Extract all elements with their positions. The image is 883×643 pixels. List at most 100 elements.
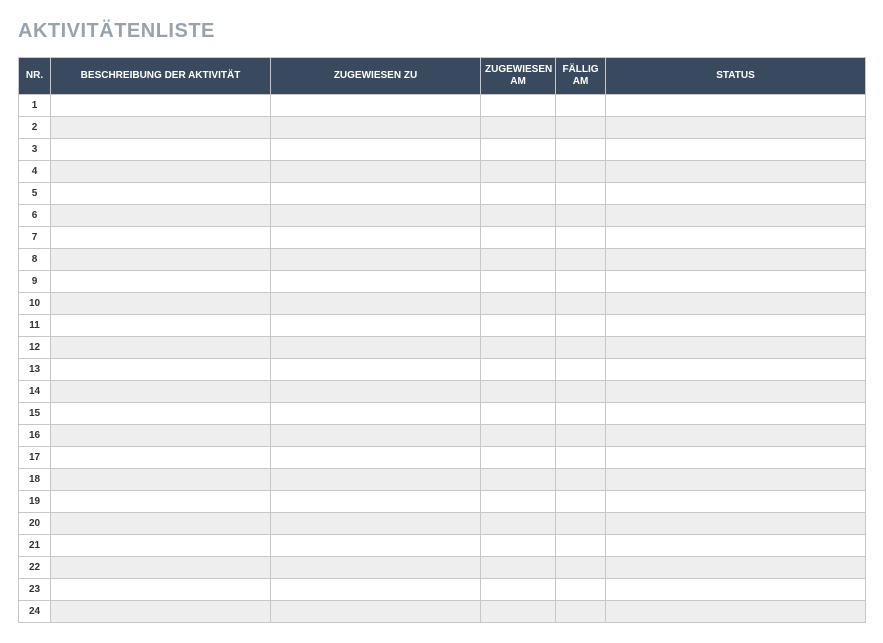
cell-description[interactable] bbox=[51, 381, 271, 403]
cell-assigned-on[interactable] bbox=[481, 381, 556, 403]
cell-status[interactable] bbox=[606, 293, 866, 315]
cell-assigned-to[interactable] bbox=[271, 491, 481, 513]
cell-description[interactable] bbox=[51, 227, 271, 249]
cell-assigned-on[interactable] bbox=[481, 161, 556, 183]
cell-due-on[interactable] bbox=[556, 161, 606, 183]
cell-status[interactable] bbox=[606, 337, 866, 359]
cell-assigned-to[interactable] bbox=[271, 359, 481, 381]
cell-description[interactable] bbox=[51, 425, 271, 447]
cell-description[interactable] bbox=[51, 403, 271, 425]
cell-due-on[interactable] bbox=[556, 337, 606, 359]
cell-due-on[interactable] bbox=[556, 249, 606, 271]
cell-status[interactable] bbox=[606, 183, 866, 205]
cell-assigned-to[interactable] bbox=[271, 139, 481, 161]
cell-assigned-on[interactable] bbox=[481, 315, 556, 337]
cell-status[interactable] bbox=[606, 381, 866, 403]
cell-assigned-to[interactable] bbox=[271, 95, 481, 117]
cell-assigned-to[interactable] bbox=[271, 161, 481, 183]
cell-assigned-to[interactable] bbox=[271, 249, 481, 271]
cell-description[interactable] bbox=[51, 95, 271, 117]
cell-description[interactable] bbox=[51, 447, 271, 469]
cell-assigned-on[interactable] bbox=[481, 337, 556, 359]
cell-due-on[interactable] bbox=[556, 491, 606, 513]
cell-status[interactable] bbox=[606, 315, 866, 337]
cell-description[interactable] bbox=[51, 293, 271, 315]
cell-status[interactable] bbox=[606, 447, 866, 469]
cell-status[interactable] bbox=[606, 117, 866, 139]
cell-description[interactable] bbox=[51, 579, 271, 601]
cell-status[interactable] bbox=[606, 601, 866, 623]
cell-description[interactable] bbox=[51, 271, 271, 293]
cell-assigned-on[interactable] bbox=[481, 447, 556, 469]
cell-due-on[interactable] bbox=[556, 513, 606, 535]
cell-assigned-to[interactable] bbox=[271, 293, 481, 315]
cell-assigned-to[interactable] bbox=[271, 227, 481, 249]
cell-description[interactable] bbox=[51, 337, 271, 359]
cell-description[interactable] bbox=[51, 205, 271, 227]
cell-description[interactable] bbox=[51, 139, 271, 161]
cell-description[interactable] bbox=[51, 557, 271, 579]
cell-description[interactable] bbox=[51, 491, 271, 513]
cell-assigned-to[interactable] bbox=[271, 535, 481, 557]
cell-assigned-on[interactable] bbox=[481, 359, 556, 381]
cell-assigned-on[interactable] bbox=[481, 425, 556, 447]
cell-status[interactable] bbox=[606, 271, 866, 293]
cell-due-on[interactable] bbox=[556, 205, 606, 227]
cell-assigned-to[interactable] bbox=[271, 557, 481, 579]
cell-description[interactable] bbox=[51, 535, 271, 557]
cell-assigned-to[interactable] bbox=[271, 425, 481, 447]
cell-status[interactable] bbox=[606, 95, 866, 117]
cell-description[interactable] bbox=[51, 513, 271, 535]
cell-status[interactable] bbox=[606, 139, 866, 161]
cell-assigned-on[interactable] bbox=[481, 139, 556, 161]
cell-due-on[interactable] bbox=[556, 227, 606, 249]
cell-assigned-on[interactable] bbox=[481, 557, 556, 579]
cell-assigned-on[interactable] bbox=[481, 293, 556, 315]
cell-description[interactable] bbox=[51, 117, 271, 139]
cell-due-on[interactable] bbox=[556, 359, 606, 381]
cell-due-on[interactable] bbox=[556, 601, 606, 623]
cell-assigned-on[interactable] bbox=[481, 579, 556, 601]
cell-assigned-on[interactable] bbox=[481, 249, 556, 271]
cell-description[interactable] bbox=[51, 315, 271, 337]
cell-description[interactable] bbox=[51, 601, 271, 623]
cell-due-on[interactable] bbox=[556, 403, 606, 425]
cell-due-on[interactable] bbox=[556, 381, 606, 403]
cell-assigned-to[interactable] bbox=[271, 271, 481, 293]
cell-status[interactable] bbox=[606, 535, 866, 557]
cell-assigned-on[interactable] bbox=[481, 117, 556, 139]
cell-assigned-to[interactable] bbox=[271, 381, 481, 403]
cell-due-on[interactable] bbox=[556, 469, 606, 491]
cell-status[interactable] bbox=[606, 205, 866, 227]
cell-description[interactable] bbox=[51, 469, 271, 491]
cell-assigned-to[interactable] bbox=[271, 447, 481, 469]
cell-due-on[interactable] bbox=[556, 535, 606, 557]
cell-status[interactable] bbox=[606, 579, 866, 601]
cell-description[interactable] bbox=[51, 359, 271, 381]
cell-assigned-to[interactable] bbox=[271, 205, 481, 227]
cell-assigned-to[interactable] bbox=[271, 579, 481, 601]
cell-due-on[interactable] bbox=[556, 271, 606, 293]
cell-status[interactable] bbox=[606, 425, 866, 447]
cell-status[interactable] bbox=[606, 469, 866, 491]
cell-assigned-to[interactable] bbox=[271, 601, 481, 623]
cell-assigned-to[interactable] bbox=[271, 117, 481, 139]
cell-description[interactable] bbox=[51, 183, 271, 205]
cell-assigned-on[interactable] bbox=[481, 183, 556, 205]
cell-assigned-on[interactable] bbox=[481, 469, 556, 491]
cell-assigned-to[interactable] bbox=[271, 513, 481, 535]
cell-status[interactable] bbox=[606, 161, 866, 183]
cell-due-on[interactable] bbox=[556, 139, 606, 161]
cell-due-on[interactable] bbox=[556, 557, 606, 579]
cell-assigned-on[interactable] bbox=[481, 601, 556, 623]
cell-due-on[interactable] bbox=[556, 293, 606, 315]
cell-assigned-on[interactable] bbox=[481, 205, 556, 227]
cell-due-on[interactable] bbox=[556, 117, 606, 139]
cell-assigned-on[interactable] bbox=[481, 95, 556, 117]
cell-assigned-to[interactable] bbox=[271, 403, 481, 425]
cell-due-on[interactable] bbox=[556, 183, 606, 205]
cell-due-on[interactable] bbox=[556, 425, 606, 447]
cell-assigned-to[interactable] bbox=[271, 315, 481, 337]
cell-assigned-to[interactable] bbox=[271, 337, 481, 359]
cell-due-on[interactable] bbox=[556, 315, 606, 337]
